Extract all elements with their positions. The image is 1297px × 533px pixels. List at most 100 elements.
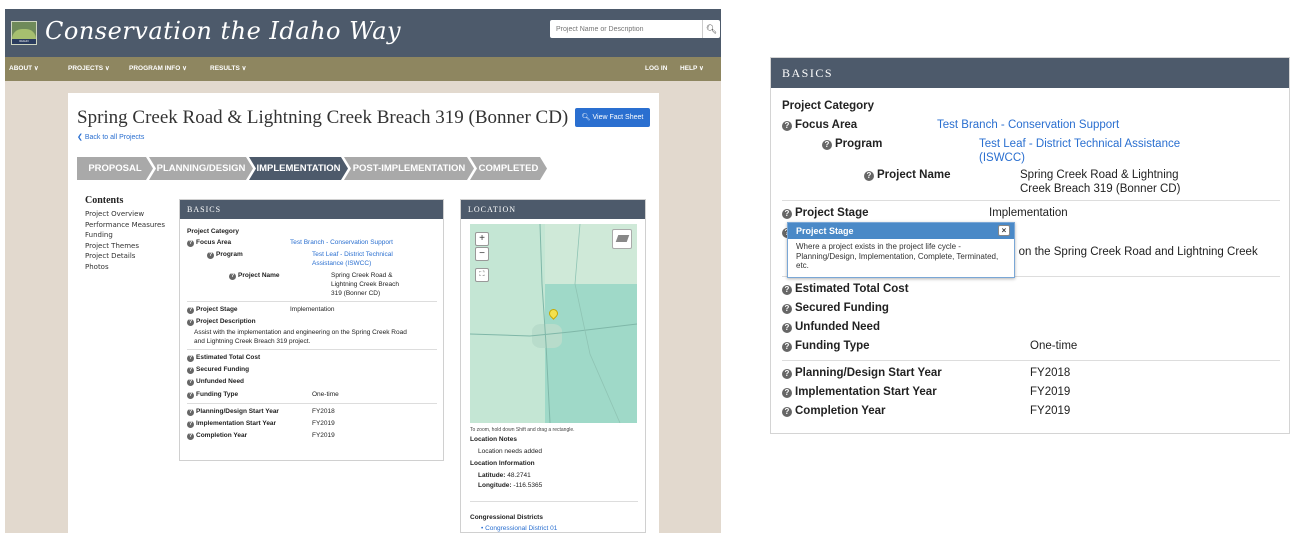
toc-photos[interactable]: Photos (85, 262, 175, 273)
back-to-projects-link[interactable]: ❮ Back to all Projects (77, 133, 144, 141)
project-name-line1: Spring Creek Road & Lightning (1020, 169, 1179, 181)
implementation-year-value: FY2019 (1030, 386, 1071, 398)
project-page: Spring Creek Road & Lightning Creek Brea… (68, 93, 659, 533)
stage-label: ? Project Stage (782, 207, 869, 219)
location-map[interactable]: + − ⛶ (470, 224, 637, 423)
stage-planning-design[interactable]: PLANNING/DESIGN (149, 157, 253, 180)
toc-funding[interactable]: Funding (85, 230, 175, 241)
site-title[interactable]: Conservation the Idaho Way (45, 17, 401, 45)
search-icon[interactable]: 🔍︎ (702, 20, 720, 38)
help-icon[interactable]: ? (187, 421, 194, 428)
focus-area-link[interactable]: Test Branch - Conservation Support (290, 239, 393, 246)
search-input[interactable] (550, 20, 700, 38)
location-heading: LOCATION (461, 200, 645, 219)
focus-area-label: ? Focus Area (782, 119, 857, 131)
stage-proposal[interactable]: PROPOSAL (77, 157, 153, 180)
project-name-line2: Lightning Creek Breach (331, 281, 399, 288)
zoom-out-button[interactable]: − (475, 247, 489, 261)
help-icon[interactable]: ? (187, 240, 194, 247)
toc-performance-measures[interactable]: Performance Measures (85, 220, 175, 231)
project-name-line1: Spring Creek Road & (331, 272, 393, 279)
divider (187, 301, 437, 302)
planning-year-value: FY2018 (1030, 367, 1071, 379)
site-header: IDAHO Conservation the Idaho Way 🔍︎ (5, 9, 721, 57)
help-icon[interactable]: ? (822, 140, 832, 150)
help-icon[interactable]: ? (187, 307, 194, 314)
program-link-line1[interactable]: Test Leaf - District Technical (312, 251, 393, 258)
tooltip-title: Project Stage × (788, 223, 1014, 239)
help-icon[interactable]: ? (782, 342, 792, 352)
map-zoom-hint: To zoom, hold down Shift and drag a rect… (470, 427, 575, 433)
description-line1: Assist with the implementation and engin… (194, 329, 407, 336)
nav-log-in[interactable]: LOG IN (645, 57, 667, 81)
district-link[interactable]: • Congressional District 01 (481, 525, 557, 532)
idaho-logo-icon[interactable]: IDAHO (11, 21, 37, 45)
nav-results[interactable]: RESULTS ∨ (210, 57, 246, 81)
help-icon[interactable]: ? (782, 209, 792, 219)
program-link-line1[interactable]: Test Leaf - District Technical Assistanc… (979, 138, 1180, 150)
help-icon[interactable]: ? (187, 392, 194, 399)
toc-project-overview[interactable]: Project Overview (85, 209, 175, 220)
toc-project-details[interactable]: Project Details (85, 251, 175, 262)
help-icon[interactable]: ? (187, 409, 194, 416)
layers-icon[interactable] (612, 229, 632, 249)
help-icon[interactable]: ? (187, 433, 194, 440)
project-name-line2: Creek Breach 319 (Bonner CD) (1020, 183, 1181, 195)
location-notes-value: Location needs added (478, 448, 542, 455)
toc-project-themes[interactable]: Project Themes (85, 241, 175, 252)
planning-year-value: FY2018 (312, 408, 335, 415)
help-icon[interactable]: ? (782, 369, 792, 379)
description-label: ? Project Description (187, 318, 256, 326)
help-icon[interactable]: ? (782, 407, 792, 417)
location-notes-label: Location Notes (470, 436, 517, 443)
stage-completed[interactable]: COMPLETED (470, 157, 547, 180)
tooltip-body: Where a project exists in the project li… (796, 242, 999, 270)
help-icon[interactable]: ? (187, 379, 194, 386)
basics-panel-small: BASICS Project Category ? Focus Area Test… (179, 199, 444, 461)
nav-projects[interactable]: PROJECTS ∨ (68, 57, 110, 81)
stage-value: Implementation (290, 306, 335, 313)
unfunded-need-label: ? Unfunded Need (187, 378, 245, 386)
help-icon[interactable]: ? (782, 121, 792, 131)
districts-label: Congressional Districts (470, 514, 543, 521)
zoom-in-button[interactable]: + (475, 232, 489, 246)
category-label: Project Category (187, 228, 240, 235)
nav-about[interactable]: ABOUT ∨ (9, 57, 39, 81)
help-icon[interactable]: ? (782, 323, 792, 333)
help-icon[interactable]: ? (207, 252, 214, 259)
fullscreen-icon[interactable]: ⛶ (475, 268, 489, 282)
program-label: ? Program (822, 138, 882, 150)
view-fact-sheet-button[interactable]: 🔍︎ View Fact Sheet (575, 108, 650, 127)
nav-help[interactable]: HELP ∨ (680, 57, 704, 81)
site-screenshot: IDAHO Conservation the Idaho Way 🔍︎ ABOU… (5, 9, 721, 533)
implementation-year-label: ? Implementation Start Year (782, 386, 937, 398)
implementation-year-value: FY2019 (312, 420, 335, 427)
implementation-year-label: ? Implementation Start Year (187, 420, 277, 428)
estimated-cost-label: ? Estimated Total Cost (187, 354, 261, 362)
project-name-label: ? Project Name (229, 272, 280, 280)
program-label: ? Program (207, 251, 243, 259)
project-name-line3: 319 (Bonner CD) (331, 290, 381, 297)
help-icon[interactable]: ? (229, 273, 236, 280)
funding-type-value: One-time (1030, 340, 1078, 352)
secured-funding-label: ? Secured Funding (782, 302, 889, 314)
stage-implementation[interactable]: IMPLEMENTATION (249, 157, 348, 180)
help-icon[interactable]: ? (782, 304, 792, 314)
program-link-line2[interactable]: (ISWCC) (979, 152, 1025, 164)
toc-heading: Contents (85, 195, 124, 206)
help-icon[interactable]: ? (187, 355, 194, 362)
program-link-line2[interactable]: Assistance (ISWCC) (312, 260, 371, 267)
nav-program-info[interactable]: PROGRAM INFO ∨ (129, 57, 187, 81)
longitude: Longitude: -116.5365 (478, 482, 543, 489)
completion-year-label: ? Completion Year (782, 405, 886, 417)
focus-area-link[interactable]: Test Branch - Conservation Support (937, 119, 1119, 131)
close-icon[interactable]: × (998, 225, 1010, 236)
help-icon[interactable]: ? (782, 285, 792, 295)
help-icon[interactable]: ? (782, 388, 792, 398)
funding-type-value: One-time (312, 391, 339, 398)
stage-post-implementation[interactable]: POST-IMPLEMENTATION (344, 157, 474, 180)
help-icon[interactable]: ? (864, 171, 874, 181)
help-icon[interactable]: ? (187, 319, 194, 326)
divider (470, 501, 638, 502)
help-icon[interactable]: ? (187, 367, 194, 374)
